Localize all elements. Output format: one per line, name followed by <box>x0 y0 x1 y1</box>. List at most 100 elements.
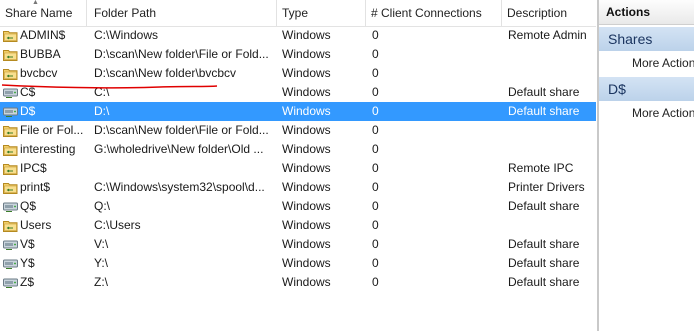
drive-share-icon <box>3 276 18 289</box>
folder-path-cell: D:\scan\New folder\File or Fold... <box>94 47 269 61</box>
share-name-cell: V$ <box>20 237 35 251</box>
table-row[interactable]: V$ V:\ Windows 0 Default share <box>0 235 596 254</box>
type-cell: Windows <box>282 218 331 232</box>
table-row[interactable]: Z$ Z:\ Windows 0 Default share <box>0 273 596 292</box>
share-name-cell: D$ <box>20 104 36 118</box>
actions-section-selected[interactable]: D$ <box>599 77 694 101</box>
share-name-cell: Q$ <box>20 199 37 213</box>
client-connections-cell: 0 <box>372 85 379 99</box>
share-name-cell: BUBBA <box>20 47 61 61</box>
column-description[interactable]: Description <box>502 0 596 26</box>
description-cell: Default share <box>508 275 580 289</box>
description-cell: Remote Admin <box>508 28 587 42</box>
client-connections-cell: 0 <box>372 142 379 156</box>
more-actions-shares[interactable]: More Actions <box>599 51 694 75</box>
type-cell: Windows <box>282 199 331 213</box>
description-cell: Default share <box>508 85 580 99</box>
share-name-cell: ADMIN$ <box>20 28 66 42</box>
share-name-cell: IPC$ <box>20 161 47 175</box>
folder-path-cell: V:\ <box>94 237 109 251</box>
share-name-cell: C$ <box>20 85 36 99</box>
drive-share-icon <box>3 200 18 213</box>
actions-pane: Actions Shares More Actions D$ More Acti… <box>597 0 694 331</box>
client-connections-cell: 0 <box>372 104 379 118</box>
client-connections-cell: 0 <box>372 237 379 251</box>
shares-list: ▲ Share Name Folder Path Type # Client C… <box>0 0 596 331</box>
shared-folder-icon <box>3 143 18 156</box>
table-row[interactable]: Q$ Q:\ Windows 0 Default share <box>0 197 596 216</box>
table-row[interactable]: BUBBA D:\scan\New folder\File or Fold... W… <box>0 45 596 64</box>
table-row[interactable]: Users C:\Users Windows 0 <box>0 216 596 235</box>
share-name-cell: File or Fol... <box>20 123 84 137</box>
client-connections-cell: 0 <box>372 161 379 175</box>
folder-path-cell: Y:\ <box>94 256 109 270</box>
table-row[interactable]: bvcbcv D:\scan\New folder\bvcbcv Windows 0 <box>0 64 596 83</box>
shared-folder-icon <box>3 181 18 194</box>
shared-folder-icon <box>3 48 18 61</box>
share-name-cell: bvcbcv <box>20 66 58 80</box>
table-row[interactable]: ADMIN$ C:\Windows Windows 0 Remote Admin <box>0 26 596 45</box>
type-cell: Windows <box>282 66 331 80</box>
more-actions-selected[interactable]: More Actions <box>599 101 694 125</box>
type-cell: Windows <box>282 142 331 156</box>
column-client-connections[interactable]: # Client Connections <box>366 0 502 26</box>
description-cell <box>508 121 596 140</box>
client-connections-cell: 0 <box>372 256 379 270</box>
type-cell: Windows <box>282 28 331 42</box>
table-row[interactable]: print$ C:\Windows\system32\spool\d... Wind… <box>0 178 596 197</box>
drive-share-icon <box>3 105 18 118</box>
client-connections-cell: 0 <box>372 199 379 213</box>
folder-path-cell: C:\Windows <box>94 28 159 42</box>
description-cell: Printer Drivers <box>508 180 585 194</box>
description-cell: Default share <box>508 237 580 251</box>
description-cell <box>508 216 596 235</box>
shared-folder-icon <box>3 219 18 232</box>
client-connections-cell: 0 <box>372 275 379 289</box>
table-row[interactable]: File or Fol... D:\scan\New folder\File or… <box>0 121 596 140</box>
shared-folder-icon <box>3 162 18 175</box>
folder-path-cell: C:\Windows\system32\spool\d... <box>94 180 265 194</box>
column-share-name[interactable]: ▲ Share Name <box>0 0 87 26</box>
client-connections-cell: 0 <box>372 180 379 194</box>
table-row[interactable]: C$ C:\ Windows 0 Default share <box>0 83 596 102</box>
folder-path-cell: G:\wholedrive\New folder\Old ... <box>94 142 264 156</box>
description-cell <box>508 140 596 159</box>
share-name-cell: Y$ <box>20 256 35 270</box>
folder-path-cell <box>94 159 271 178</box>
description-cell: Remote IPC <box>508 161 574 175</box>
drive-share-icon <box>3 238 18 251</box>
folder-path-cell: C:\Users <box>94 218 141 232</box>
description-cell <box>508 45 596 64</box>
type-cell: Windows <box>282 275 331 289</box>
type-cell: Windows <box>282 237 331 251</box>
folder-path-cell: D:\scan\New folder\bvcbcv <box>94 66 237 80</box>
share-name-cell: Users <box>20 218 52 232</box>
type-cell: Windows <box>282 85 331 99</box>
description-cell: Default share <box>508 256 580 270</box>
table-row[interactable]: D$ D:\ Windows 0 Default share <box>0 102 596 121</box>
type-cell: Windows <box>282 47 331 61</box>
actions-section-shares[interactable]: Shares <box>599 27 694 51</box>
table-row[interactable]: Y$ Y:\ Windows 0 Default share <box>0 254 596 273</box>
folder-path-cell: Q:\ <box>94 199 111 213</box>
folder-path-cell: D:\scan\New folder\File or Fold... <box>94 123 269 137</box>
folder-path-cell: Z:\ <box>94 275 108 289</box>
column-header-bar: ▲ Share Name Folder Path Type # Client C… <box>0 0 596 27</box>
table-row[interactable]: IPC$ Windows 0 Remote IPC <box>0 159 596 178</box>
table-row[interactable]: interesting G:\wholedrive\New folder\Old … <box>0 140 596 159</box>
type-cell: Windows <box>282 104 331 118</box>
folder-path-cell: C:\ <box>94 85 110 99</box>
share-name-cell: interesting <box>20 142 76 156</box>
shared-folder-icon <box>3 67 18 80</box>
share-name-cell: Z$ <box>20 275 35 289</box>
type-cell: Windows <box>282 123 331 137</box>
actions-title: Actions <box>599 0 694 25</box>
type-cell: Windows <box>282 180 331 194</box>
description-cell <box>508 64 596 83</box>
column-type[interactable]: Type <box>277 0 366 26</box>
folder-path-cell: D:\ <box>94 104 110 118</box>
column-folder-path[interactable]: Folder Path <box>89 0 277 26</box>
shared-folder-icon <box>3 124 18 137</box>
shared-folder-icon <box>3 29 18 42</box>
type-cell: Windows <box>282 161 331 175</box>
